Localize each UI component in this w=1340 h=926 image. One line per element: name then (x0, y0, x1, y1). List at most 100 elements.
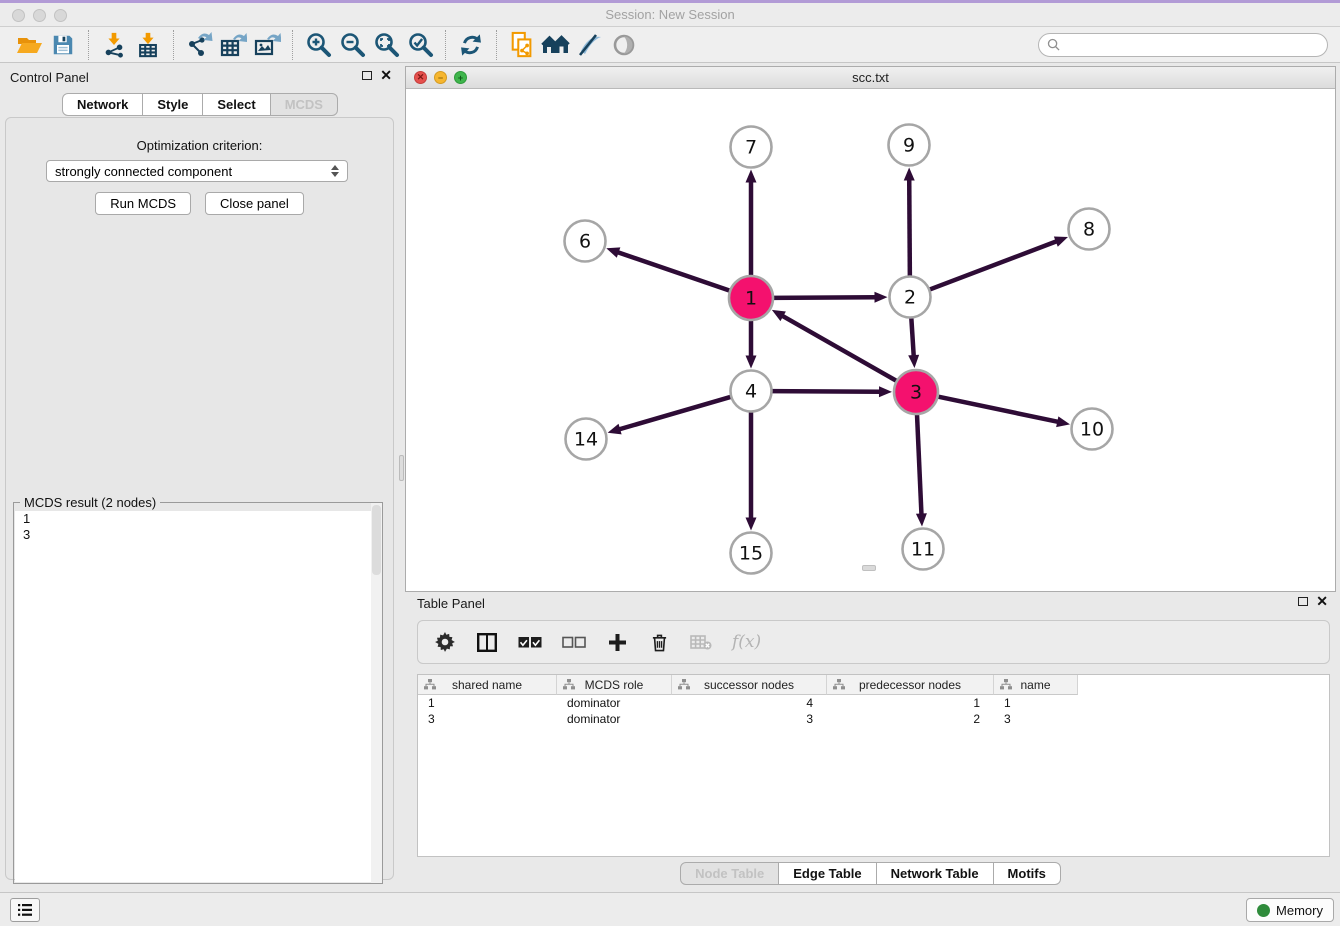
column-header-shared-name[interactable]: shared name (418, 675, 557, 695)
panel-split-handle[interactable] (399, 455, 404, 481)
add-row-icon[interactable] (606, 634, 628, 651)
graph-edge-arrowhead (746, 170, 757, 183)
gear-icon[interactable] (434, 632, 456, 652)
table-row[interactable]: 1dominator411 (418, 695, 1329, 711)
float-table-panel-icon[interactable] (1298, 597, 1308, 606)
graph-node-1[interactable]: 1 (729, 276, 773, 320)
tab-style[interactable]: Style (142, 93, 203, 116)
select-all-icon[interactable] (518, 636, 542, 649)
graph-edge-3-10[interactable] (937, 396, 1060, 422)
mcds-result-list[interactable]: 13 (15, 511, 381, 882)
main-titlebar[interactable]: Session: New Session (0, 3, 1340, 27)
column-header-successor-nodes[interactable]: successor nodes (672, 675, 827, 695)
graph-node-label: 8 (1083, 219, 1095, 241)
import-table-icon[interactable] (131, 30, 165, 60)
float-panel-icon[interactable] (362, 71, 372, 80)
task-history-button[interactable] (10, 898, 40, 922)
columns-icon[interactable] (476, 633, 498, 652)
tab-network[interactable]: Network (62, 93, 143, 116)
table-cell: 4 (672, 695, 827, 711)
node-table: shared name MCDS role successor nodesprede… (417, 674, 1330, 857)
export-table-icon[interactable] (216, 30, 250, 60)
tab-select[interactable]: Select (202, 93, 270, 116)
table-panel-title: Table Panel (417, 596, 485, 611)
graph-node-14[interactable]: 14 (566, 419, 607, 460)
table-row[interactable]: 3dominator323 (418, 711, 1329, 727)
column-header-label: MCDS role (585, 678, 644, 692)
graph-edge-2-8[interactable] (928, 241, 1057, 290)
column-header-MCDS-role[interactable]: MCDS role (557, 675, 672, 695)
open-session-icon[interactable] (12, 30, 46, 60)
graph-node-10[interactable]: 10 (1072, 409, 1113, 450)
close-table-panel-icon[interactable]: ✕ (1316, 596, 1328, 606)
delete-table-icon (690, 634, 712, 650)
export-image-icon[interactable] (250, 30, 284, 60)
table-cell: dominator (557, 695, 672, 711)
tab-network-table[interactable]: Network Table (876, 862, 994, 885)
graph-node-15[interactable]: 15 (731, 533, 772, 574)
dropdown-value: strongly connected component (55, 164, 232, 179)
zoom-selected-icon[interactable] (403, 30, 437, 60)
graph-node-8[interactable]: 8 (1069, 209, 1110, 250)
tab-node-table[interactable]: Node Table (680, 862, 779, 885)
graph-node-label: 3 (910, 382, 922, 404)
table-cell: 1 (994, 695, 1078, 711)
toolbar-separator (445, 30, 446, 60)
mcds-result-title: MCDS result (2 nodes) (20, 495, 160, 510)
dropdown-stepper-icon (331, 165, 339, 177)
run-mcds-button[interactable]: Run MCDS (95, 192, 191, 215)
graph-edge-2-3[interactable] (911, 316, 914, 357)
refresh-icon[interactable] (454, 30, 488, 60)
graph-edge-3-11[interactable] (917, 413, 922, 516)
memory-button[interactable]: Memory (1246, 898, 1334, 922)
network-canvas[interactable]: 7 9 6 8 1 2 4 3 14 10 15 11 (406, 89, 1335, 591)
graph-node-6[interactable]: 6 (565, 221, 606, 262)
main-toolbar (0, 27, 1340, 63)
network-window-titlebar[interactable]: ✕ − + scc.txt (406, 67, 1335, 89)
delete-row-icon[interactable] (648, 633, 670, 652)
column-header-name[interactable]: name (994, 675, 1078, 695)
close-panel-icon[interactable]: ✕ (380, 70, 392, 80)
mcds-result-group: MCDS result (2 nodes) 13 (13, 502, 383, 884)
result-scrollbar[interactable] (371, 503, 382, 883)
table-cell: 1 (827, 695, 994, 711)
search-box[interactable] (1038, 33, 1328, 57)
eye-icon[interactable] (607, 30, 641, 60)
toolbar-icon-groups (12, 27, 641, 62)
toolbar-separator (173, 30, 174, 60)
graph-edge-4-14[interactable] (618, 396, 732, 429)
export-network-icon[interactable] (182, 30, 216, 60)
graph-edge-2-9[interactable] (909, 178, 910, 277)
unselect-all-icon[interactable] (562, 636, 586, 649)
import-network-icon[interactable] (97, 30, 131, 60)
graph-edge-1-6[interactable] (617, 252, 731, 291)
search-input[interactable] (1065, 38, 1319, 52)
graph-node-2[interactable]: 2 (890, 277, 931, 318)
close-panel-button[interactable]: Close panel (205, 192, 304, 215)
graph-edge-3-1[interactable] (781, 315, 897, 381)
graph-edge-arrowhead (879, 386, 892, 397)
zoom-out-icon[interactable] (335, 30, 369, 60)
zoom-in-icon[interactable] (301, 30, 335, 60)
tab-motifs[interactable]: Motifs (993, 862, 1061, 885)
application-window: Session: New Session Control Panel ✕ Net… (0, 0, 1340, 926)
graph-node-4[interactable]: 4 (731, 371, 772, 412)
network-split-handle[interactable] (862, 565, 876, 571)
graph-edge-1-2[interactable] (772, 297, 877, 298)
zoom-fit-icon[interactable] (369, 30, 403, 60)
optimization-criterion-dropdown[interactable]: strongly connected component (46, 160, 348, 182)
vizmap-icon[interactable] (573, 30, 607, 60)
tab-edge-table[interactable]: Edge Table (778, 862, 876, 885)
save-session-icon[interactable] (46, 30, 80, 60)
home-icon[interactable] (539, 30, 573, 60)
graph-node-7[interactable]: 7 (731, 127, 772, 168)
graph-edge-4-3[interactable] (770, 391, 881, 392)
graph-node-11[interactable]: 11 (903, 529, 944, 570)
duplicate-network-icon[interactable] (505, 30, 539, 60)
column-header-predecessor-nodes[interactable]: predecessor nodes (827, 675, 994, 695)
graph-edge-arrowhead (908, 355, 919, 368)
graph-node-9[interactable]: 9 (889, 125, 930, 166)
graph-node-3[interactable]: 3 (894, 370, 938, 414)
tab-mcds[interactable]: MCDS (270, 93, 338, 116)
list-icon (17, 903, 33, 917)
